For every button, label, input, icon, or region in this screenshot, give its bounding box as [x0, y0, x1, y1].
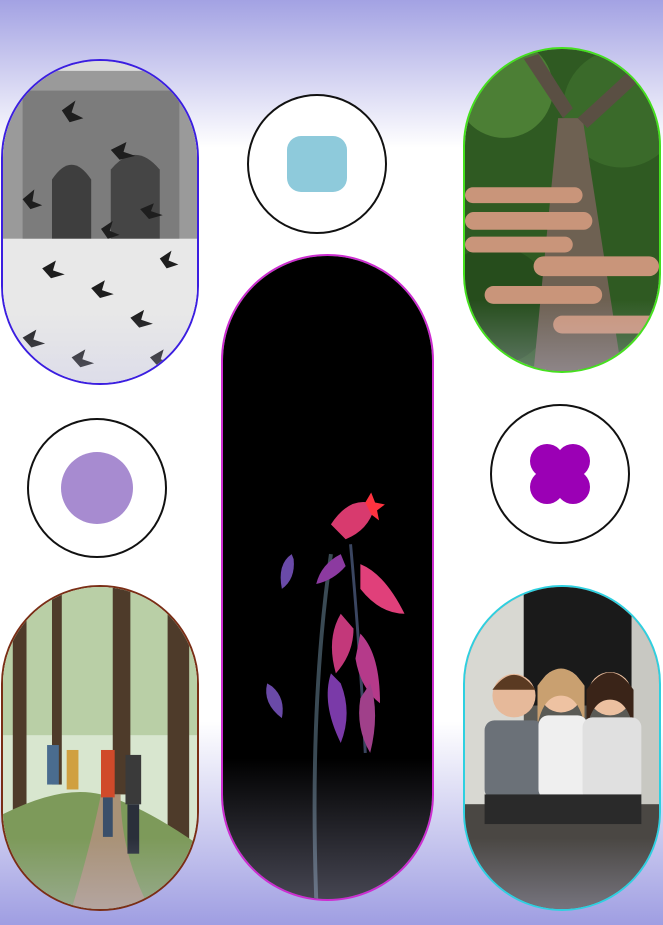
hikers-photo [3, 587, 197, 909]
hands-photo [465, 49, 659, 371]
flower-photo-card [221, 254, 434, 901]
rounded-square-icon [287, 136, 347, 192]
hands-photo-card [463, 47, 661, 373]
circle-icon-ring [27, 418, 167, 558]
hikers-photo-card [1, 585, 199, 911]
clover-icon-ring [490, 404, 630, 544]
pigeons-photo-card [1, 59, 199, 385]
kids-photo [465, 587, 659, 909]
pigeons-photo [3, 61, 197, 383]
kids-photo-card [463, 585, 661, 911]
flower-photo [223, 256, 432, 899]
circle-icon [61, 452, 133, 524]
clover-icon [530, 444, 590, 504]
rounded-square-icon-ring [247, 94, 387, 234]
